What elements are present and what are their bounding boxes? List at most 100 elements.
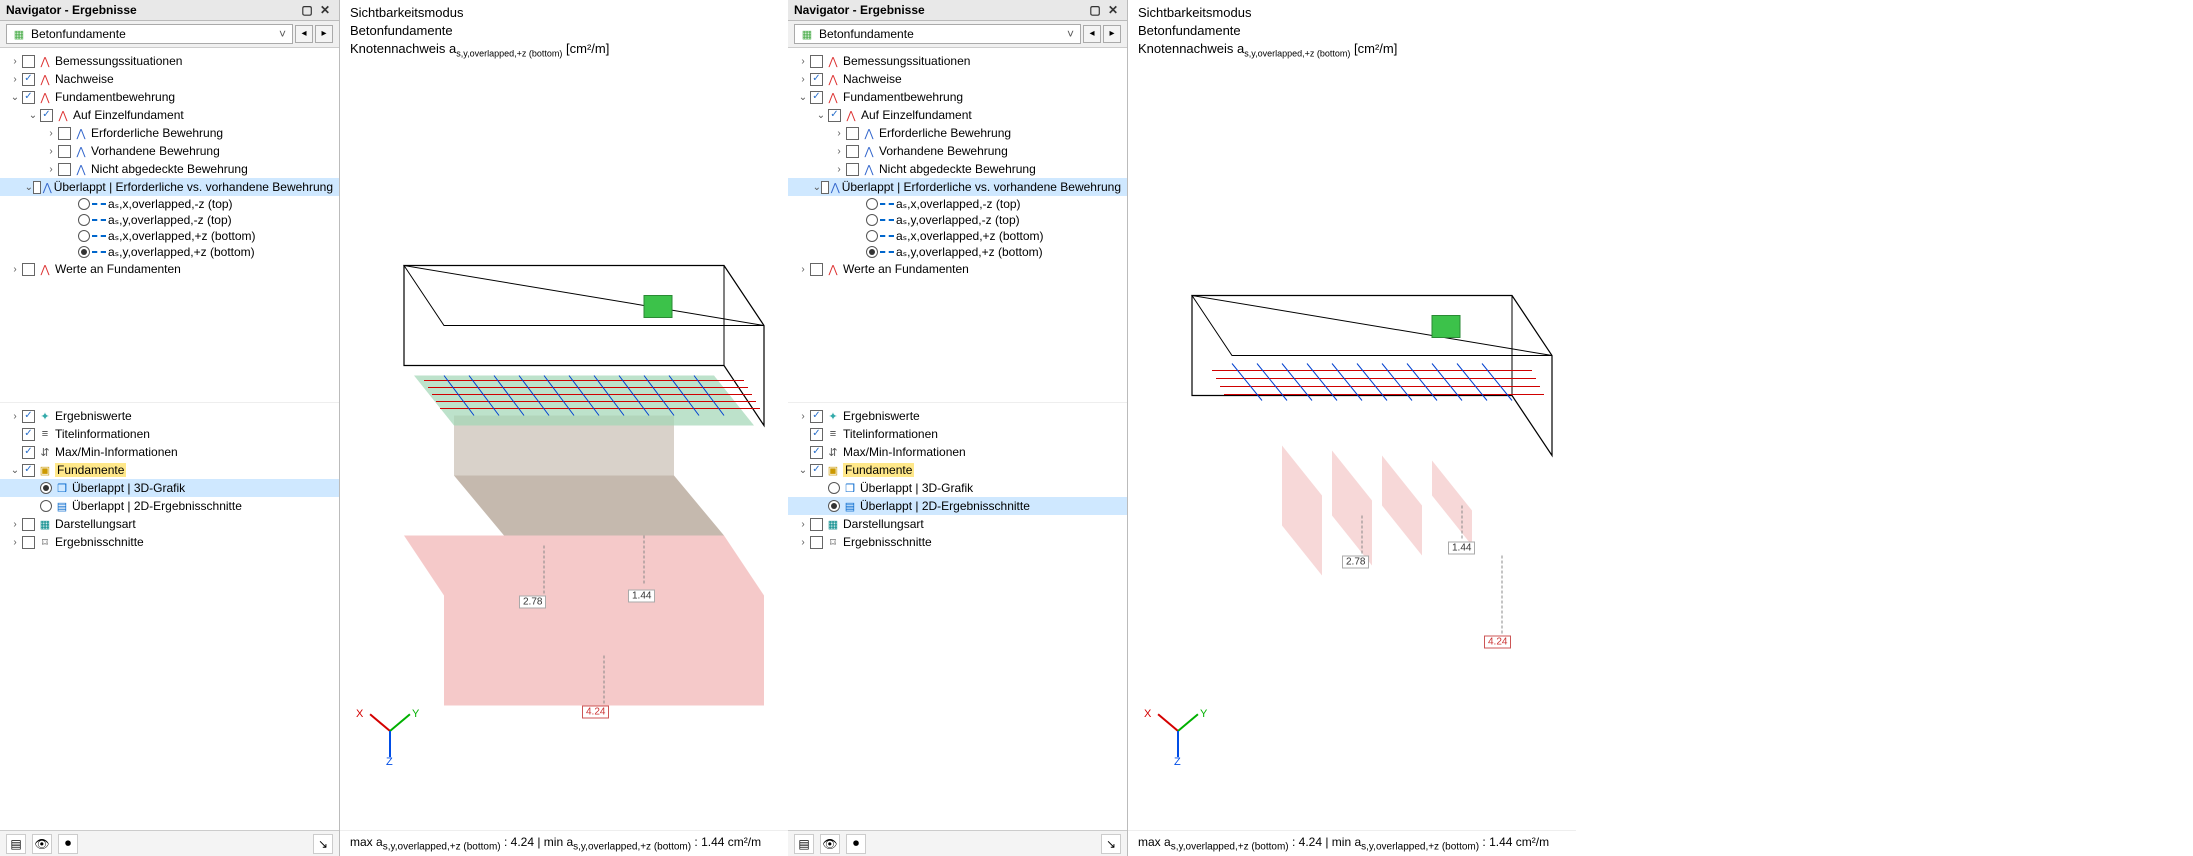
combo-prev-button[interactable]: ◂	[295, 25, 313, 43]
tree-radio-3d[interactable]: Überlappt | 3D-Grafik	[788, 479, 1127, 497]
twisty-icon[interactable]: ⌄	[25, 182, 33, 193]
tree-item-erforderliche[interactable]: › Erforderliche Bewehrung	[0, 124, 339, 142]
checkbox[interactable]	[33, 181, 41, 194]
combo-next-button[interactable]: ▸	[315, 25, 333, 43]
checkbox[interactable]	[810, 91, 823, 104]
checkbox[interactable]	[22, 428, 35, 441]
viewport[interactable]: Sichtbarkeitsmodus Betonfundamente Knote…	[1128, 0, 1576, 856]
tree-item-werte[interactable]: › Werte an Fundamenten	[0, 260, 339, 278]
tree-item-vorhandene[interactable]: › Vorhandene Bewehrung	[788, 142, 1127, 160]
checkbox[interactable]	[22, 55, 35, 68]
tool-layers-icon[interactable]: ▤	[794, 834, 814, 854]
checkbox[interactable]	[22, 536, 35, 549]
tree-item-werte[interactable]: › Werte an Fundamenten	[788, 260, 1127, 278]
radio[interactable]	[866, 198, 878, 210]
radio[interactable]	[40, 482, 52, 494]
twisty-icon[interactable]: ›	[44, 146, 58, 157]
tree-item-fundamentbewehrung[interactable]: ⌄ Fundamentbewehrung	[788, 88, 1127, 106]
checkbox[interactable]	[846, 145, 859, 158]
checkbox[interactable]	[810, 73, 823, 86]
radio[interactable]	[866, 214, 878, 226]
pin-icon[interactable]: ▢	[299, 2, 315, 18]
viewport[interactable]: Sichtbarkeitsmodus Betonfundamente Knote…	[340, 0, 788, 856]
radio[interactable]	[828, 482, 840, 494]
tool-camera-icon[interactable]: ⏺	[58, 834, 78, 854]
tree-item-nicht-abgedeckte[interactable]: › Nicht abgedeckte Bewehrung	[0, 160, 339, 178]
tree-radio-2d[interactable]: Überlappt | 2D-Ergebnisschnitte	[0, 497, 339, 515]
tree-item-fundamentbewehrung[interactable]: ⌄ Fundamentbewehrung	[0, 88, 339, 106]
radio[interactable]	[866, 230, 878, 242]
pin-icon[interactable]: ▢	[1087, 2, 1103, 18]
tree-item-ergebniswerte[interactable]: › Ergebniswerte	[0, 407, 339, 425]
twisty-icon[interactable]: ⌄	[8, 465, 22, 476]
twisty-icon[interactable]: ›	[8, 56, 22, 67]
tree-item-nachweise[interactable]: › Nachweise	[788, 70, 1127, 88]
tool-layers-icon[interactable]: ▤	[6, 834, 26, 854]
checkbox[interactable]	[22, 263, 35, 276]
radio[interactable]	[78, 246, 90, 258]
checkbox[interactable]	[810, 464, 823, 477]
checkbox[interactable]	[828, 109, 841, 122]
radio[interactable]	[866, 246, 878, 258]
twisty-icon[interactable]: ›	[8, 537, 22, 548]
twisty-icon[interactable]: ›	[8, 74, 22, 85]
tree-item-vorhandene[interactable]: › Vorhandene Bewehrung	[0, 142, 339, 160]
tree-item-fundamente[interactable]: ⌄ Fundamente	[788, 461, 1127, 479]
close-icon[interactable]: ✕	[1105, 2, 1121, 18]
tree-item-fundamente[interactable]: ⌄ Fundamente	[0, 461, 339, 479]
checkbox[interactable]	[58, 127, 71, 140]
tree-item-titelinformationen[interactable]: Titelinformationen	[0, 425, 339, 443]
checkbox[interactable]	[810, 518, 823, 531]
radio[interactable]	[78, 198, 90, 210]
tree-radio-sy-bottom[interactable]: aₛ,y,overlapped,+z (bottom)	[0, 244, 339, 260]
close-icon[interactable]: ✕	[317, 2, 333, 18]
twisty-icon[interactable]: ›	[44, 128, 58, 139]
tool-eye-icon[interactable]: 👁	[32, 834, 52, 854]
checkbox[interactable]	[810, 536, 823, 549]
twisty-icon[interactable]: ⌄	[8, 92, 22, 103]
tree-radio-3d[interactable]: Überlappt | 3D-Grafik	[0, 479, 339, 497]
tree-radio-sy-top[interactable]: aₛ,y,overlapped,-z (top)	[0, 212, 339, 228]
viewport-canvas[interactable]: 2.78 1.44 4.24 X Y Z	[1128, 65, 1576, 830]
radio[interactable]	[78, 230, 90, 242]
checkbox[interactable]	[22, 410, 35, 423]
checkbox[interactable]	[22, 518, 35, 531]
twisty-icon[interactable]: ›	[8, 264, 22, 275]
tree-item-ergebnisschnitte[interactable]: › Ergebnisschnitte	[788, 533, 1127, 551]
tree-item-darstellungsart[interactable]: › Darstellungsart	[788, 515, 1127, 533]
checkbox[interactable]	[810, 446, 823, 459]
checkbox[interactable]	[22, 446, 35, 459]
tree-item-erforderliche[interactable]: › Erforderliche Bewehrung	[788, 124, 1127, 142]
tree-item-auf-einzelfundament[interactable]: ⌄ Auf Einzelfundament	[0, 106, 339, 124]
tree-item-ergebnisschnitte[interactable]: › Ergebnisschnitte	[0, 533, 339, 551]
tree-item-auf-einzelfundament[interactable]: ⌄ Auf Einzelfundament	[788, 106, 1127, 124]
tree-item-nachweise[interactable]: › Nachweise	[0, 70, 339, 88]
twisty-icon[interactable]: ›	[8, 519, 22, 530]
checkbox[interactable]	[22, 91, 35, 104]
tool-slider-icon[interactable]: ↘	[1101, 834, 1121, 854]
tool-eye-icon[interactable]: 👁	[820, 834, 840, 854]
checkbox[interactable]	[58, 145, 71, 158]
twisty-icon[interactable]: ⌄	[26, 110, 40, 121]
checkbox[interactable]	[810, 428, 823, 441]
tool-slider-icon[interactable]: ↘	[313, 834, 333, 854]
twisty-icon[interactable]: ›	[8, 411, 22, 422]
combo-prev-button[interactable]: ◂	[1083, 25, 1101, 43]
combo-next-button[interactable]: ▸	[1103, 25, 1121, 43]
tree-radio-sx-bottom[interactable]: aₛ,x,overlapped,+z (bottom)	[788, 228, 1127, 244]
tool-camera-icon[interactable]: ⏺	[846, 834, 866, 854]
tree-item-titelinformationen[interactable]: Titelinformationen	[788, 425, 1127, 443]
radio[interactable]	[828, 500, 840, 512]
tree-radio-sx-bottom[interactable]: aₛ,x,overlapped,+z (bottom)	[0, 228, 339, 244]
tree-radio-sx-top[interactable]: aₛ,x,overlapped,-z (top)	[788, 196, 1127, 212]
tree-radio-sx-top[interactable]: aₛ,x,overlapped,-z (top)	[0, 196, 339, 212]
checkbox[interactable]	[40, 109, 53, 122]
checkbox[interactable]	[22, 464, 35, 477]
tree-item-ergebniswerte[interactable]: › Ergebniswerte	[788, 407, 1127, 425]
tree-item-darstellungsart[interactable]: › Darstellungsart	[0, 515, 339, 533]
twisty-icon[interactable]: ›	[44, 164, 58, 175]
checkbox[interactable]	[846, 127, 859, 140]
tree-radio-2d[interactable]: Überlappt | 2D-Ergebnisschnitte	[788, 497, 1127, 515]
tree-item-ueberlappt[interactable]: ⌄ Überlappt | Erforderliche vs. vorhande…	[0, 178, 339, 196]
navigator-combo[interactable]: Betonfundamente	[794, 24, 1081, 44]
